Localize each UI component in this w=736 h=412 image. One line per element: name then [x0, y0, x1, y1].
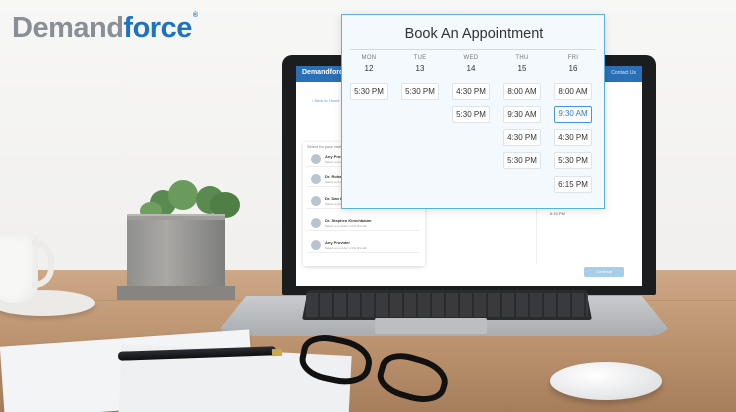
continue-button[interactable]: Continue — [584, 267, 624, 277]
provider-panel-title: Select for your visit — [307, 144, 341, 149]
time-slot[interactable]: 4:30 PM — [452, 83, 490, 100]
avatar — [311, 218, 321, 228]
day-date: 15 — [517, 64, 527, 73]
day-of-week: TUE — [413, 55, 427, 61]
avatar — [311, 154, 321, 164]
day-column-wed: WED 14 — [445, 55, 497, 73]
day-of-week: FRI — [567, 55, 579, 61]
time-slot[interactable]: 8:00 AM — [503, 83, 541, 100]
keyboard-keys — [306, 293, 588, 317]
provider-item[interactable]: Dr. Stephen Kirschbaum Select a provider… — [307, 216, 419, 231]
time-slot[interactable]: 5:30 PM — [350, 83, 388, 100]
day-date: 13 — [415, 64, 425, 73]
screen-time-label: 6:15 PM — [550, 211, 565, 216]
day-column-thu: THU 15 — [496, 55, 548, 73]
provider-item[interactable]: Any Provider Select a provider in this f… — [307, 238, 419, 253]
logo-part-demand: Demand — [12, 12, 124, 44]
avatar — [311, 174, 321, 184]
contact-link[interactable]: Contact Us — [611, 70, 636, 76]
trackpad — [375, 318, 487, 334]
time-slot[interactable]: 5:30 PM — [503, 152, 541, 169]
provider-name: Any Provider — [325, 240, 350, 245]
logo-registered-mark: ® — [192, 12, 198, 19]
day-of-week: THU — [515, 55, 529, 61]
concrete-pot — [127, 220, 225, 294]
day-column-mon: MON 12 — [343, 55, 395, 73]
day-date: 14 — [466, 64, 476, 73]
dialog-title: Book An Appointment — [404, 26, 544, 42]
pen-clip — [271, 348, 283, 357]
time-slot[interactable]: 5:30 PM — [401, 83, 439, 100]
demandforce-logo: Demandforce® — [12, 12, 198, 45]
day-date: 12 — [364, 64, 374, 73]
time-slot[interactable]: 4:30 PM — [503, 129, 541, 146]
computer-mouse — [550, 362, 662, 400]
time-slot-selected[interactable]: 9:30 AM — [554, 106, 592, 123]
day-of-week: WED — [463, 55, 479, 61]
time-slot[interactable]: 8:00 AM — [554, 83, 592, 100]
day-of-week: MON — [361, 55, 377, 61]
avatar — [311, 240, 321, 250]
day-date: 16 — [568, 64, 578, 73]
logo-part-force: force — [123, 12, 192, 44]
day-column-tue: TUE 13 — [394, 55, 446, 73]
provider-subtitle: Select a provider in this first tab — [325, 224, 367, 228]
day-column-fri: FRI 16 — [547, 55, 599, 73]
time-slot[interactable]: 5:30 PM — [554, 152, 592, 169]
pot-base — [117, 286, 235, 300]
back-link[interactable]: ‹ Back to Home — [312, 98, 340, 103]
provider-name: Dr. Stephen Kirschbaum — [325, 218, 372, 223]
dialog-divider — [350, 49, 596, 50]
avatar — [311, 196, 321, 206]
time-slot[interactable]: 4:30 PM — [554, 129, 592, 146]
time-slot[interactable]: 5:30 PM — [452, 106, 490, 123]
time-slot[interactable]: 9:30 AM — [503, 106, 541, 123]
provider-subtitle: Select a provider in this first tab — [325, 246, 367, 250]
book-appointment-dialog: Book An Appointment MON 12 TUE 13 WED 14… — [341, 14, 605, 209]
time-slot[interactable]: 6:15 PM — [554, 176, 592, 193]
